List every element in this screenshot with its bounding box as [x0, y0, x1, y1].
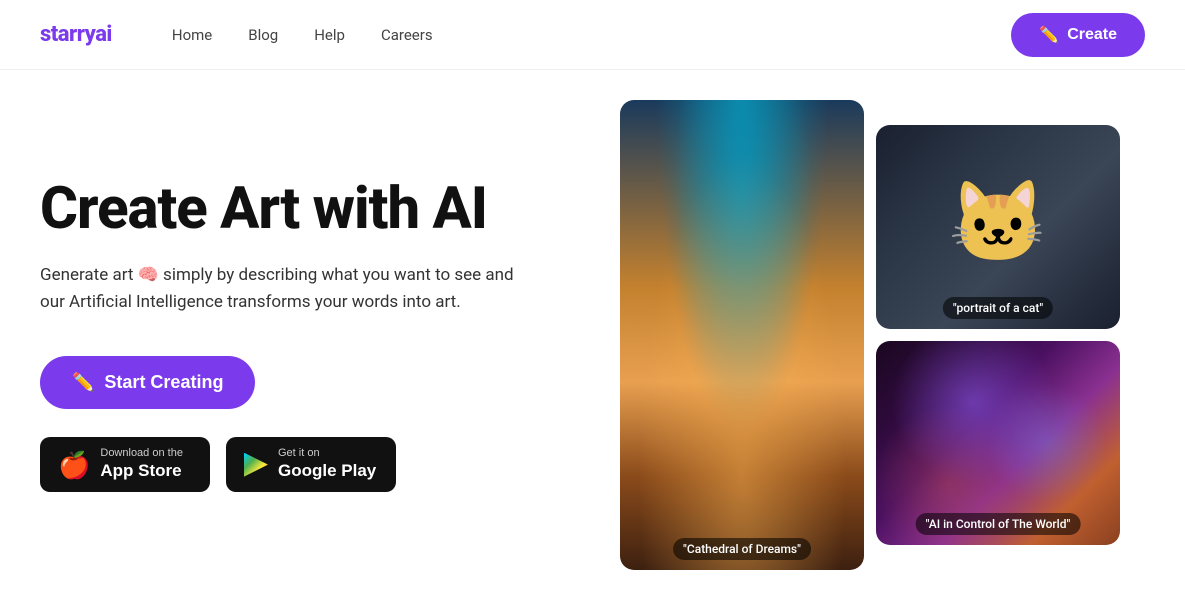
- start-btn-label: Start Creating: [104, 372, 223, 393]
- google-play-icon: [244, 453, 268, 477]
- main-nav: Home Blog Help Careers: [172, 26, 1011, 44]
- cathedral-label: "Cathedral of Dreams": [673, 538, 811, 560]
- app-store-sub-label: Download on the: [100, 447, 183, 460]
- app-buttons-group: 🍎 Download on the App Store Get it on Go…: [40, 437, 580, 492]
- pencil-icon: ✏️: [1039, 25, 1059, 45]
- nav-home[interactable]: Home: [172, 26, 212, 44]
- google-play-button[interactable]: Get it on Google Play: [226, 437, 396, 492]
- gallery-right-column: "portrait of a cat" "AI in Control of Th…: [876, 125, 1120, 545]
- create-button[interactable]: ✏️ Create: [1011, 13, 1145, 57]
- create-button-label: Create: [1067, 26, 1117, 44]
- app-store-name: App Store: [100, 460, 183, 482]
- google-play-sub-label: Get it on: [278, 447, 376, 460]
- cat-label: "portrait of a cat": [943, 297, 1053, 319]
- hero-section: Create Art with AI Generate art 🧠 simply…: [40, 100, 620, 570]
- gallery-image-cat: "portrait of a cat": [876, 125, 1120, 329]
- app-store-button[interactable]: 🍎 Download on the App Store: [40, 437, 210, 492]
- hero-title: Create Art with AI: [40, 178, 580, 242]
- nav-careers[interactable]: Careers: [381, 26, 433, 44]
- gallery-section: "Cathedral of Dreams" "portrait of a cat…: [620, 100, 1120, 570]
- start-btn-icon: ✏️: [72, 372, 94, 393]
- hero-description: Generate art 🧠 simply by describing what…: [40, 262, 540, 316]
- nav-help[interactable]: Help: [314, 26, 345, 44]
- gallery-image-cathedral: "Cathedral of Dreams": [620, 100, 864, 570]
- logo-text: starry: [40, 22, 95, 47]
- gallery-image-space: "AI in Control of The World": [876, 341, 1120, 545]
- space-label: "AI in Control of The World": [916, 513, 1081, 535]
- logo-highlight: ai: [95, 22, 112, 47]
- start-creating-button[interactable]: ✏️ Start Creating: [40, 356, 255, 409]
- nav-blog[interactable]: Blog: [248, 26, 278, 44]
- apple-icon: 🍎: [58, 452, 90, 478]
- site-logo[interactable]: starryai: [40, 22, 112, 47]
- google-play-name: Google Play: [278, 460, 376, 482]
